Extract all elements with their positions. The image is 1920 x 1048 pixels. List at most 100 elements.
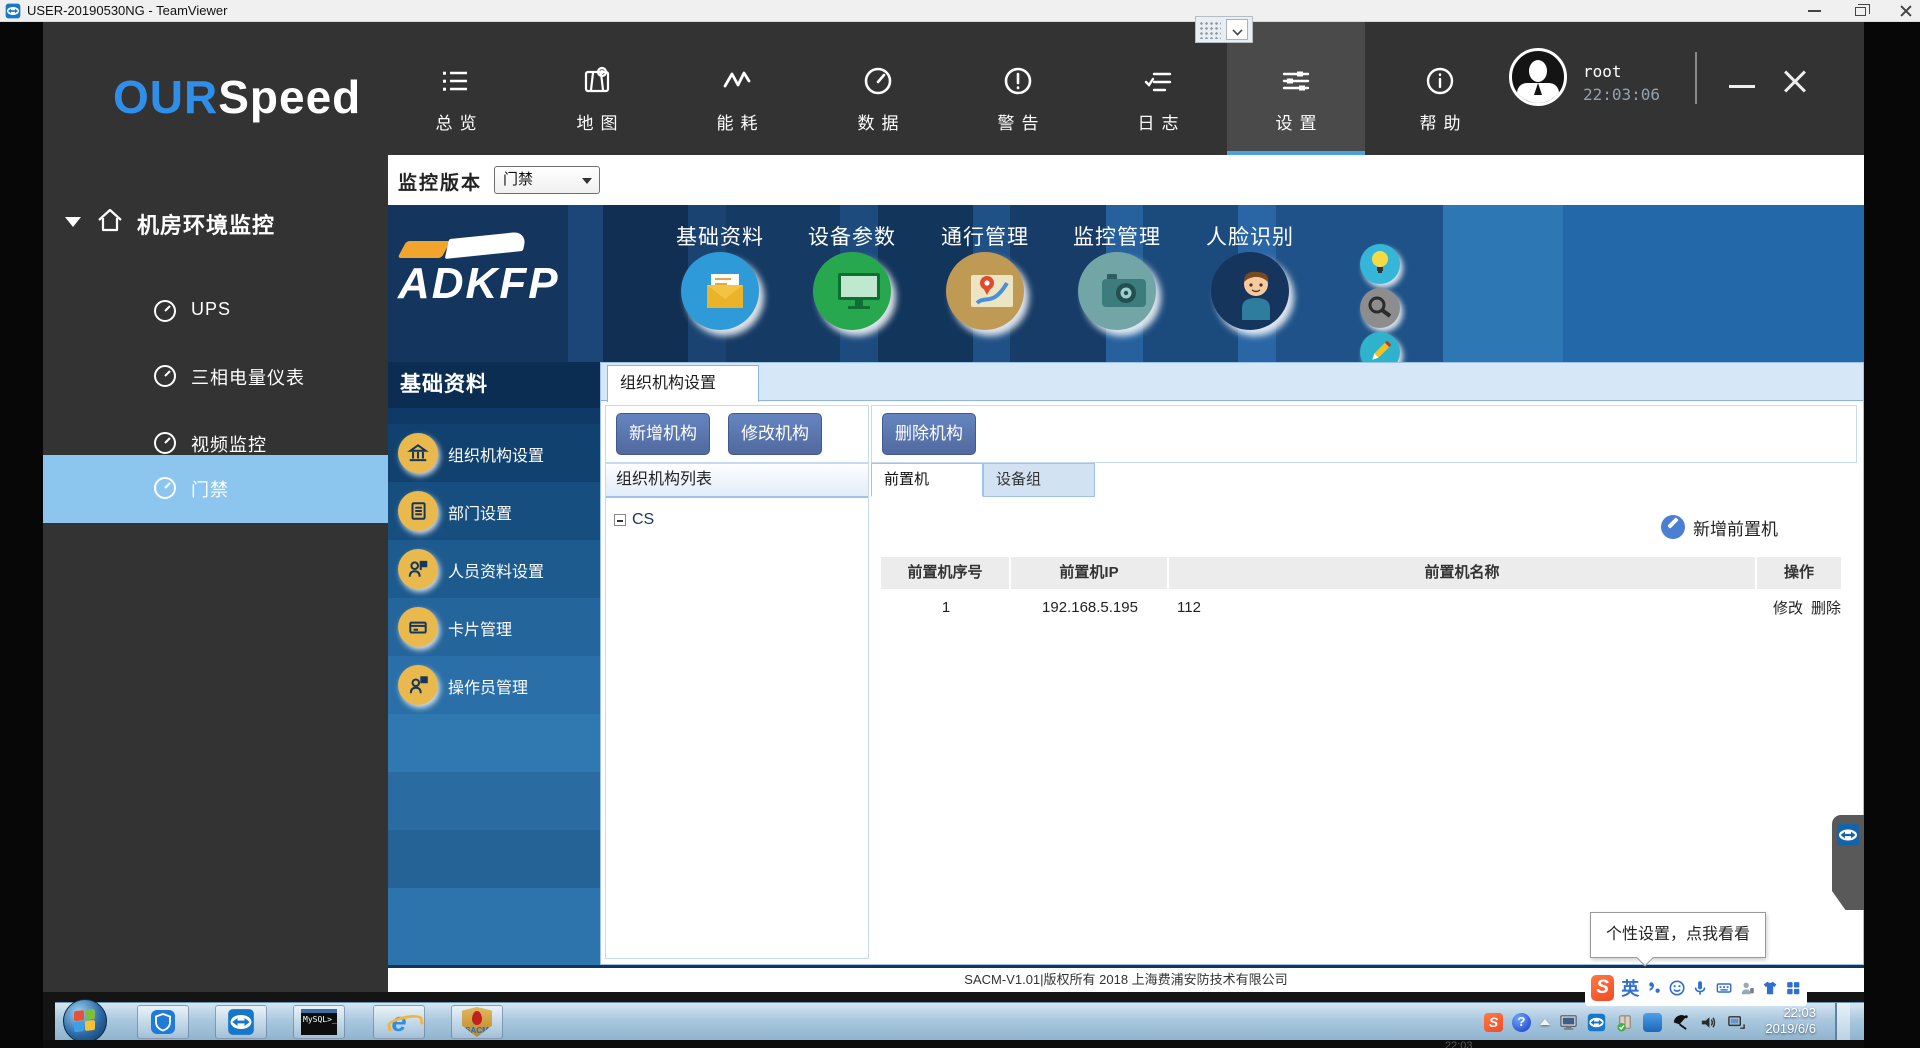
magnifier-icon[interactable] [1360,288,1400,328]
user-tools-icon[interactable] [1739,979,1755,997]
tray-overflow-arrow-icon[interactable] [1540,1019,1550,1025]
taskbar-clock[interactable]: 22:03 2019/6/6 [1765,1005,1816,1037]
tray-satellite-icon[interactable] [1671,1013,1690,1032]
sogou-logo[interactable]: S [1591,975,1614,1001]
tab-device-group[interactable]: 设备组 [983,463,1095,497]
sidebar-item-ups[interactable]: UPS [43,290,388,334]
tab-org-settings[interactable]: 组织机构设置 [607,365,759,402]
submenu-panel: 基础资料 组织机构设置 部门设置 人员资料设置 [388,362,600,965]
submenu-item-operator-mgmt[interactable]: 操作员管理 [388,656,600,714]
module-access-mgmt[interactable]: 通行管理 [919,205,1051,362]
card-icon [398,607,438,647]
toolbox-grid-icon[interactable] [1785,979,1801,997]
ime-language-toggle[interactable]: 英 [1621,975,1639,1001]
host-minimize-button[interactable] [1808,10,1821,12]
nav-tab-energy[interactable]: 能耗 [681,22,793,155]
taskbar-button-teamviewer[interactable] [215,1005,267,1039]
add-org-button[interactable]: 新增机构 [616,413,710,455]
teamviewer-mini-toolbar[interactable] [1195,16,1253,43]
tray-computer-icon[interactable] [1559,1013,1578,1032]
info-icon [1423,64,1457,98]
nav-tab-alerts[interactable]: 警告 [962,22,1074,155]
taskbar-button-sacm[interactable]: SACM [451,1005,503,1039]
tab-front-machine[interactable]: 前置机 [871,463,983,497]
punctuation-icon[interactable] [1646,979,1662,997]
emoji-icon[interactable] [1669,979,1685,997]
sidebar-item-power-meter[interactable]: 三相电量仪表 [43,355,388,399]
nav-label: 帮助 [1384,109,1496,134]
submenu-item-label: 组织机构设置 [448,442,544,466]
host-close-button[interactable] [1900,5,1912,17]
sidebar-root-node[interactable]: 机房环境监控 [43,203,388,243]
nav-tab-settings[interactable]: 设置 [1240,22,1352,155]
nav-tab-help[interactable]: 帮助 [1384,22,1496,155]
nav-label: 日志 [1102,109,1214,134]
module-device-params[interactable]: 设备参数 [786,205,918,362]
taskbar-button-mysql[interactable]: MySQL>_ [293,1005,345,1039]
app-close-button[interactable] [1783,70,1807,94]
row-delete-link[interactable]: 删除 [1811,597,1841,618]
taskbar-button-internet-explorer[interactable]: e [373,1005,425,1039]
sogou-tooltip[interactable]: 个性设置，点我看看 [1590,912,1766,958]
nav-tab-overview[interactable]: 总览 [400,22,512,155]
delete-org-button[interactable]: 删除机构 [882,413,976,455]
version-dropdown[interactable]: 门禁 [494,166,600,194]
submenu-stripe [388,772,600,830]
module-monitor-mgmt[interactable]: 监控管理 [1051,205,1183,362]
toolbar-expand-chevron-icon[interactable] [1226,19,1248,40]
taskbar-button-monitoring[interactable] [137,1005,189,1039]
bank-icon [398,433,438,473]
host-restore-button[interactable] [1855,7,1866,16]
tray-teamviewer-icon[interactable] [1587,1013,1606,1032]
tray-network-icon[interactable] [1727,1013,1746,1032]
keyboard-icon[interactable] [1716,979,1732,997]
tray-help-icon[interactable]: ? [1512,1013,1531,1032]
tray-package-update-icon[interactable] [1615,1013,1634,1032]
submenu-stripe [388,830,600,888]
sidebar-item-access-control[interactable]: 门禁 [43,467,388,511]
tray-app-icon[interactable] [1643,1013,1662,1032]
tree-node-cs[interactable]: CS [614,510,654,530]
person-face-icon [1211,252,1289,330]
tray-sogou-icon[interactable]: S [1484,1013,1503,1032]
edit-pencil-icon [1661,515,1685,539]
module-label: 监控管理 [1051,221,1183,251]
remote-desktop: OURSpeed 总览 地图 能耗 数据 警告 [43,22,1864,1048]
submenu-item-card-mgmt[interactable]: 卡片管理 [388,598,600,656]
module-banner: ADKFP 基础资料 设备参数 通行管理 监控管 [388,205,1864,362]
logo-swoosh-white [445,231,528,259]
tray-volume-icon[interactable] [1699,1013,1718,1032]
cell-seq: 1 [881,599,1011,616]
window-title: USER-20190530NG - TeamViewer [27,3,227,18]
teamviewer-icon [1836,823,1860,847]
sidebar-item-video[interactable]: 视频监控 [43,422,388,466]
show-desktop-button[interactable] [1835,1003,1850,1041]
gauge-bullet-icon [151,362,179,390]
start-button[interactable] [63,999,107,1043]
sacm-flame [472,1011,482,1025]
nav-tab-map[interactable]: 地图 [541,22,653,155]
gauge-bullet-icon [151,297,179,325]
submenu-item-org-settings[interactable]: 组织机构设置 [388,424,600,482]
microphone-icon[interactable] [1692,979,1708,997]
module-face-recognition[interactable]: 人脸识别 [1184,205,1316,362]
form-list-icon [398,491,438,531]
row-edit-link[interactable]: 修改 [1773,597,1803,618]
module-label: 人脸识别 [1184,221,1316,251]
user-avatar[interactable] [1509,48,1567,106]
module-basic-data[interactable]: 基础资料 [654,205,786,362]
app-minimize-button[interactable] [1729,77,1755,93]
home-icon [95,205,125,235]
teamviewer-panel-tab[interactable] [1832,815,1864,910]
nav-tab-data[interactable]: 数据 [822,22,934,155]
bulb-icon[interactable] [1360,244,1400,284]
teamviewer-titlebar: USER-20190530NG - TeamViewer [0,0,1920,22]
front-machine-table: 前置机序号 前置机IP 前置机名称 操作 1 192.168.5.195 112… [881,557,1841,625]
skin-shirt-icon[interactable] [1762,979,1778,997]
submenu-item-department[interactable]: 部门设置 [388,482,600,540]
edit-org-button[interactable]: 修改机构 [728,413,822,455]
add-front-machine-link[interactable]: 新增前置机 [1661,515,1778,539]
tree-collapse-icon[interactable] [614,514,626,526]
submenu-stripe [388,408,600,424]
submenu-item-personnel[interactable]: 人员资料设置 [388,540,600,598]
